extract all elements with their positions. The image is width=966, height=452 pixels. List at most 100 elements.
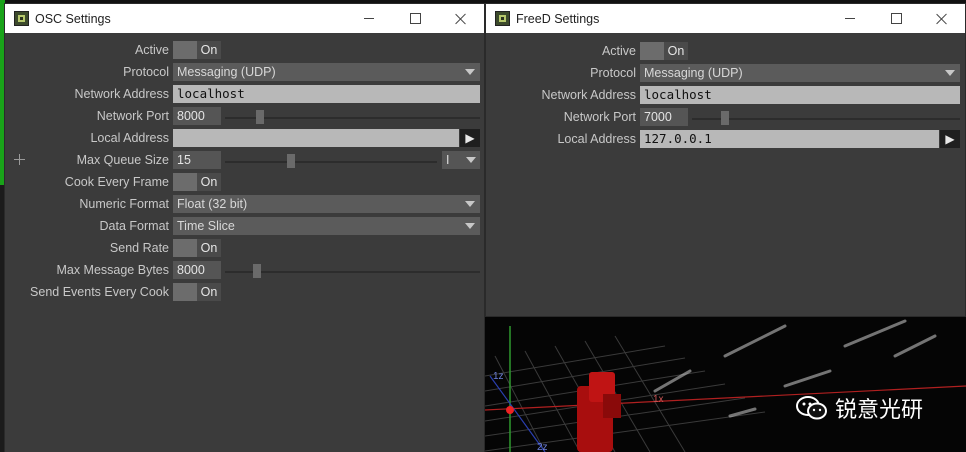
maximize-button[interactable] — [873, 4, 919, 33]
label-cook-every-frame: Cook Every Frame — [64, 175, 169, 189]
row-network-address: Network Address — [5, 84, 169, 104]
network-port-field[interactable]: 7000 — [640, 108, 688, 126]
freed-titlebar[interactable]: FreeD Settings — [486, 4, 965, 33]
red-object — [577, 372, 621, 452]
row-send-rate: Send Rate — [5, 238, 169, 258]
osc-titlebar[interactable]: OSC Settings — [5, 4, 484, 33]
local-address-menu-button[interactable]: ▶ — [940, 130, 960, 148]
row-active: Active — [486, 41, 636, 61]
minimize-button[interactable] — [827, 4, 873, 33]
protocol-dropdown[interactable]: Messaging (UDP) — [640, 64, 960, 82]
network-port-slider-handle[interactable] — [721, 111, 729, 125]
3d-viewport[interactable]: 1z 1x 2z — [485, 316, 966, 452]
label-active: Active — [601, 44, 636, 58]
play-icon: ▶ — [945, 132, 955, 146]
active-toggle[interactable]: On — [173, 41, 221, 59]
network-address-value: localhost — [177, 86, 245, 101]
viewport-grid — [485, 335, 766, 452]
app-icon — [495, 11, 510, 26]
close-button[interactable] — [438, 4, 484, 33]
cook-every-frame-toggle-text: On — [197, 173, 221, 191]
row-send-events-every-cook: Send Events Every Cook — [5, 282, 169, 302]
chevron-down-icon — [466, 157, 476, 163]
data-format-value: Time Slice — [177, 219, 235, 233]
row-cook-every-frame: Cook Every Frame — [5, 172, 169, 192]
maximize-button[interactable] — [392, 4, 438, 33]
label-max-queue-size: Max Queue Size — [76, 153, 169, 167]
row-local-address: Local Address — [5, 128, 169, 148]
network-port-value: 7000 — [644, 110, 672, 124]
local-address-input[interactable] — [173, 129, 459, 147]
local-address-menu-button[interactable]: ▶ — [460, 129, 480, 147]
max-message-bytes-value: 8000 — [177, 263, 205, 277]
label-protocol: Protocol — [123, 65, 169, 79]
max-message-bytes-slider-track[interactable] — [225, 271, 480, 273]
local-address-input[interactable]: 127.0.0.1 — [640, 130, 939, 148]
protocol-value: Messaging (UDP) — [644, 66, 743, 80]
max-queue-size-slider-handle[interactable] — [287, 154, 295, 168]
chevron-down-icon — [465, 69, 475, 75]
row-network-port: Network Port — [486, 107, 636, 127]
osc-settings-window: OSC Settings Active On Protocol Messagin… — [5, 4, 484, 452]
axis-label-z2: 2z — [537, 442, 548, 452]
active-toggle-text: On — [197, 41, 221, 59]
send-rate-toggle-text: On — [197, 239, 221, 257]
network-port-slider-handle[interactable] — [256, 110, 264, 124]
chevron-down-icon — [465, 223, 475, 229]
network-address-input[interactable]: localhost — [640, 86, 960, 104]
data-format-dropdown[interactable]: Time Slice — [173, 217, 480, 235]
send-rate-toggle[interactable]: On — [173, 239, 221, 257]
axis-label-z: 1z — [493, 371, 504, 382]
row-numeric-format: Numeric Format — [5, 194, 169, 214]
maximize-icon — [890, 13, 902, 24]
network-address-input[interactable]: localhost — [173, 85, 480, 103]
max-queue-size-value: 15 — [177, 153, 191, 167]
max-queue-size-mode: I — [446, 153, 450, 167]
viewport-scene: 1z 1x 2z — [485, 319, 966, 452]
label-data-format: Data Format — [99, 219, 169, 233]
window-title: OSC Settings — [35, 11, 111, 26]
row-protocol: Protocol — [486, 63, 636, 83]
network-address-value: localhost — [644, 87, 712, 102]
protocol-dropdown[interactable]: Messaging (UDP) — [173, 63, 480, 81]
z-axis-line — [489, 375, 546, 452]
label-local-address: Local Address — [90, 131, 169, 145]
close-button[interactable] — [919, 4, 965, 33]
row-network-port: Network Port — [5, 106, 169, 126]
network-port-field[interactable]: 8000 — [173, 107, 221, 125]
max-queue-size-mode-dropdown[interactable]: I — [442, 151, 480, 169]
minimize-icon — [364, 18, 374, 19]
numeric-format-dropdown[interactable]: Float (32 bit) — [173, 195, 480, 213]
row-network-address: Network Address — [486, 85, 636, 105]
label-network-port: Network Port — [96, 109, 169, 123]
label-local-address: Local Address — [557, 132, 636, 146]
label-max-message-bytes: Max Message Bytes — [56, 263, 169, 277]
row-local-address: Local Address — [486, 129, 636, 149]
row-max-message-bytes: Max Message Bytes — [5, 260, 169, 280]
close-icon — [936, 13, 948, 25]
wechat-icon — [795, 394, 829, 422]
chevron-down-icon — [465, 201, 475, 207]
cook-every-frame-toggle[interactable]: On — [173, 173, 221, 191]
minimize-button[interactable] — [346, 4, 392, 33]
numeric-format-value: Float (32 bit) — [177, 197, 248, 211]
label-send-rate: Send Rate — [109, 241, 169, 255]
active-toggle[interactable]: On — [640, 42, 688, 60]
watermark: 锐意光研 — [795, 392, 923, 424]
close-icon — [455, 13, 467, 25]
network-port-value: 8000 — [177, 109, 205, 123]
network-port-slider-track[interactable] — [692, 118, 960, 120]
axis-label-x: 1x — [653, 394, 664, 405]
window-title: FreeD Settings — [516, 11, 600, 26]
chevron-down-icon — [945, 70, 955, 76]
max-queue-size-field[interactable]: 15 — [173, 151, 221, 169]
label-numeric-format: Numeric Format — [79, 197, 169, 211]
freed-settings-window: FreeD Settings Active On Protocol Messag… — [486, 4, 965, 316]
max-message-bytes-slider-handle[interactable] — [253, 264, 261, 278]
protocol-value: Messaging (UDP) — [177, 65, 276, 79]
send-events-every-cook-toggle[interactable]: On — [173, 283, 221, 301]
max-message-bytes-field[interactable]: 8000 — [173, 261, 221, 279]
label-send-events-every-cook: Send Events Every Cook — [30, 285, 169, 299]
label-active: Active — [134, 43, 169, 57]
max-queue-size-slider-track[interactable] — [225, 161, 437, 163]
